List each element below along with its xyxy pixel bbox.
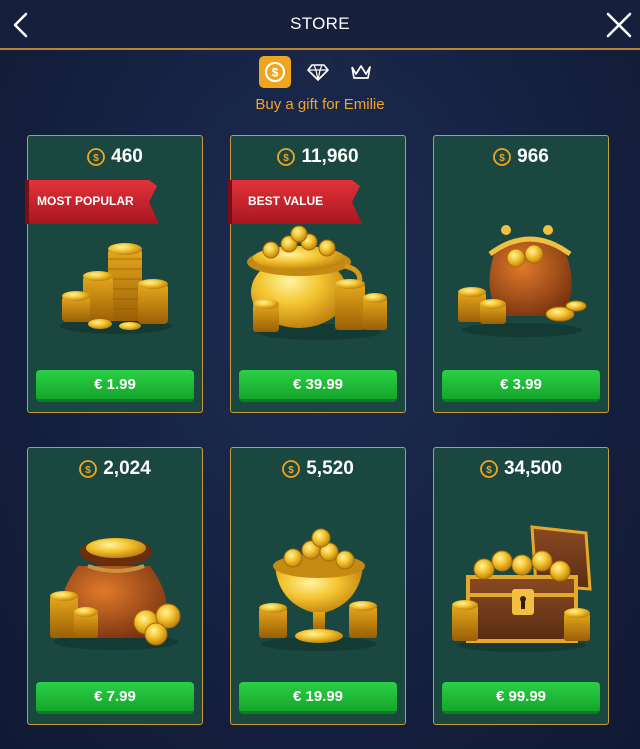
coin-amount: $ 966 — [434, 146, 608, 168]
diamond-icon — [307, 64, 329, 81]
svg-text:$: $ — [272, 66, 279, 80]
coin-sack-icon — [50, 538, 181, 650]
svg-text:$: $ — [284, 153, 290, 164]
coin-amount: $ 2,024 — [28, 458, 202, 480]
coin-amount: $ 5,520 — [231, 458, 405, 480]
svg-text:$: $ — [93, 153, 99, 164]
coin-icon: $ — [277, 148, 296, 166]
close-icon — [606, 12, 632, 38]
gold-chalice-icon — [259, 528, 377, 651]
coin-amount: $ 460 — [28, 146, 202, 168]
coin-purse-icon — [458, 225, 587, 337]
coin-icon: $ — [265, 62, 285, 82]
close-button[interactable] — [604, 10, 634, 40]
coin-amount: $ 34,500 — [434, 458, 608, 480]
gold-pot-icon — [247, 225, 387, 340]
amount-text: 11,960 — [301, 146, 359, 167]
amount-text: 5,520 — [306, 458, 354, 479]
badge-text: MOST POPULAR — [37, 194, 134, 208]
buy-button[interactable]: € 7.99 — [36, 682, 194, 714]
buy-button[interactable]: € 1.99 — [36, 370, 194, 402]
product-card-34500[interactable]: $ 34,500 € 99.99 — [433, 447, 609, 725]
page-title: STORE — [290, 14, 350, 33]
tab-coins[interactable]: $ — [259, 56, 291, 88]
best-value-badge: BEST VALUE — [228, 180, 362, 224]
badge-text: BEST VALUE — [248, 194, 324, 208]
buy-button[interactable]: € 39.99 — [239, 370, 397, 402]
svg-text:$: $ — [288, 465, 294, 476]
product-card-460[interactable]: $ 460 MOST POPULAR € 1.99 — [25, 135, 203, 413]
coin-amount: $ 11,960 — [231, 146, 405, 168]
svg-text:$: $ — [499, 153, 505, 164]
buy-button[interactable]: € 99.99 — [442, 682, 600, 714]
product-card-966[interactable]: $ 966 € 3.99 — [433, 135, 609, 413]
coin-icon: $ — [87, 148, 106, 166]
crown-icon — [351, 65, 371, 79]
buy-button[interactable]: € 3.99 — [442, 370, 600, 402]
amount-text: 966 — [517, 146, 549, 167]
gift-recipient-subtitle: Buy a gift for Emilie — [255, 96, 385, 113]
product-card-5520[interactable]: $ 5,520 € 19.99 — [230, 447, 406, 725]
buy-button[interactable]: € 19.99 — [239, 682, 397, 714]
coin-icon: $ — [79, 460, 98, 478]
most-popular-badge: MOST POPULAR — [25, 180, 159, 224]
amount-text: 34,500 — [503, 458, 563, 479]
product-card-2024[interactable]: $ 2,024 € 7.99 — [27, 447, 203, 725]
coin-stacks-icon — [60, 243, 172, 334]
svg-text:$: $ — [486, 465, 492, 476]
amount-text: 460 — [111, 146, 143, 167]
svg-text:$: $ — [85, 465, 91, 476]
top-bar: STORE — [0, 0, 640, 50]
coin-icon: $ — [480, 460, 498, 478]
tab-diamonds[interactable] — [302, 56, 334, 88]
amount-text: 2,024 — [103, 458, 151, 479]
category-tabs: $ — [0, 56, 640, 90]
coin-icon: $ — [282, 460, 301, 478]
product-card-11960[interactable]: $ 11,960 BEST VALUE € 39.99 — [228, 135, 406, 413]
coin-icon: $ — [493, 148, 512, 166]
treasure-chest-icon — [452, 525, 592, 652]
tab-vip[interactable] — [345, 56, 377, 88]
